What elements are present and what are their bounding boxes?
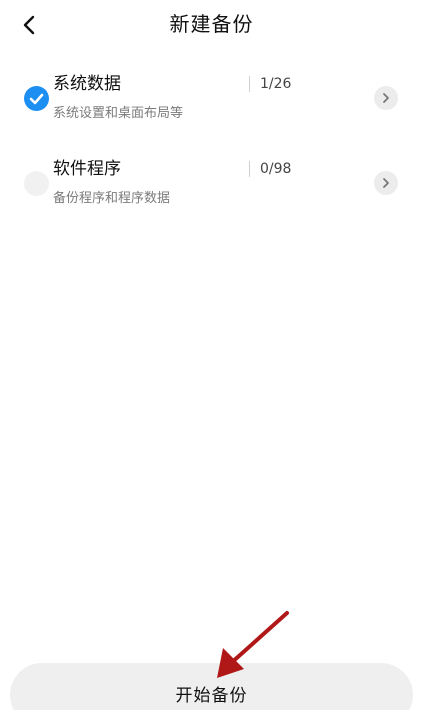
item-count: 1/26 <box>260 76 292 92</box>
backup-item-system-data[interactable]: 系统数据 系统设置和桌面布局等 1/26 <box>0 67 423 137</box>
item-description: 备份程序和程序数据 <box>53 191 171 206</box>
new-backup-screen: 新建备份 系统数据 系统设置和桌面布局等 1/26 软件程序 备份程序和程序数据… <box>0 0 423 710</box>
checkbox-checked[interactable] <box>24 86 49 111</box>
item-description: 系统设置和桌面布局等 <box>53 106 184 121</box>
check-icon <box>29 93 44 105</box>
item-title: 软件程序 <box>53 159 121 179</box>
start-backup-button[interactable]: 开始备份 <box>10 663 413 710</box>
item-title: 系统数据 <box>53 74 121 94</box>
checkbox-unchecked[interactable] <box>24 171 49 196</box>
item-detail-button[interactable] <box>374 171 398 195</box>
backup-item-apps[interactable]: 软件程序 备份程序和程序数据 0/98 <box>0 152 423 222</box>
start-backup-label: 开始备份 <box>175 686 248 706</box>
top-bar: 新建备份 <box>0 0 423 50</box>
page-title: 新建备份 <box>169 12 254 36</box>
item-detail-button[interactable] <box>374 86 398 110</box>
divider <box>249 76 250 92</box>
divider <box>249 161 250 177</box>
item-count: 0/98 <box>260 161 292 177</box>
chevron-right-icon <box>383 178 389 188</box>
chevron-right-icon <box>383 93 389 103</box>
